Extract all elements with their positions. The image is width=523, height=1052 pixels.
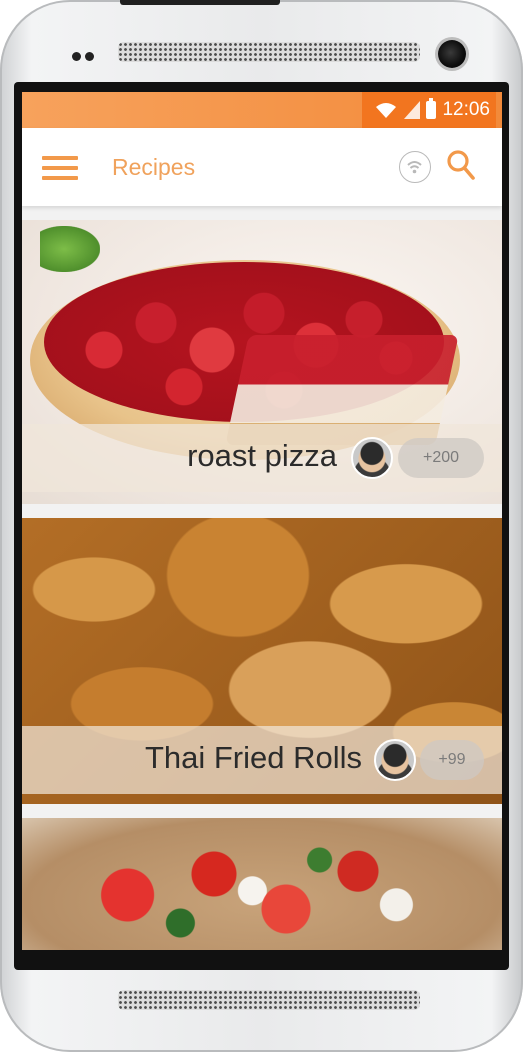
recipe-caption: roast pizza +200 (22, 424, 502, 492)
recipe-title: roast pizza (187, 438, 337, 473)
search-icon[interactable] (446, 149, 476, 183)
app-screen: 12:06 Recipes roast pizza +200 Thai Frie… (22, 92, 502, 950)
app-bar: Recipes (22, 128, 502, 206)
recipe-card[interactable]: roast pizza +200 (22, 220, 502, 504)
page-title: Recipes (112, 154, 196, 180)
likes-count-badge[interactable]: +99 (420, 740, 484, 780)
bottom-speaker (118, 990, 420, 1010)
phone-frame: 12:06 Recipes roast pizza +200 Thai Frie… (0, 0, 523, 1052)
recipe-feed[interactable]: roast pizza +200 Thai Fried Rolls +99 (22, 206, 502, 950)
status-icons: 12:06 (362, 92, 496, 128)
recipe-caption: Thai Fried Rolls +99 (22, 726, 502, 794)
power-button (120, 0, 280, 5)
recipe-photo (22, 818, 502, 950)
wifi-icon (376, 103, 397, 118)
status-time: 12:06 (442, 99, 490, 120)
status-bar: 12:06 (22, 92, 502, 128)
proximity-sensors (72, 48, 98, 66)
menu-icon[interactable] (42, 156, 78, 180)
wifi-glyph-icon (407, 161, 422, 174)
avatar[interactable] (351, 437, 393, 479)
signal-icon (404, 101, 421, 119)
likes-count-badge[interactable]: +200 (398, 438, 484, 478)
recipe-card[interactable]: Thai Fried Rolls +99 (22, 518, 502, 804)
avatar[interactable] (374, 739, 416, 781)
recipe-title: Thai Fried Rolls (144, 740, 362, 775)
battery-icon (426, 98, 437, 119)
earpiece-speaker (118, 42, 420, 62)
wifi-icon[interactable] (399, 151, 431, 183)
recipe-card[interactable] (22, 818, 502, 950)
front-camera (438, 40, 466, 68)
